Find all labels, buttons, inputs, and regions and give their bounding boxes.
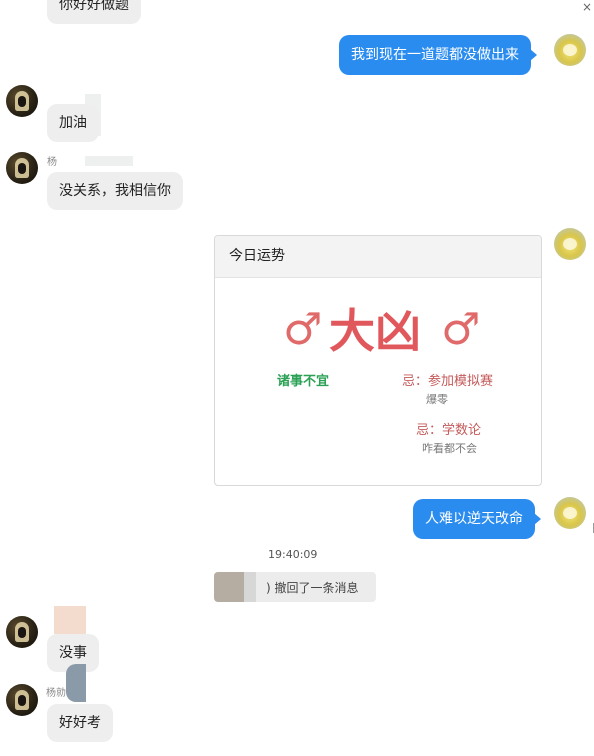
recall-divider — [244, 572, 256, 602]
message-bubble-incoming[interactable]: 好好考 — [47, 704, 113, 742]
avatar[interactable] — [554, 228, 586, 260]
fortune-bad-detail: 爆零 — [426, 393, 448, 406]
fortune-verdict: 大凶 — [329, 304, 421, 358]
timestamp: 19:40:09 — [268, 548, 318, 561]
image-fragment — [66, 664, 86, 702]
sender-name: 杨勍 — [46, 688, 66, 699]
message-bubble-outgoing[interactable]: 我到现在一道题都没做出来 — [339, 35, 537, 75]
avatar[interactable] — [6, 152, 38, 184]
recall-text: ) 撤回了一条消息 — [266, 581, 359, 595]
avatar[interactable] — [6, 616, 38, 648]
message-bubble-outgoing[interactable]: 人难以逆天改命 — [413, 499, 541, 539]
image-fragment — [54, 606, 86, 634]
avatar-thumbnail — [214, 572, 244, 602]
fortune-good: 诸事不宜 — [277, 374, 330, 389]
message-bubble-incoming[interactable]: 你好好做题 — [47, 0, 141, 24]
close-icon[interactable]: × — [582, 0, 592, 14]
fortune-card-title: 今日运势 — [215, 236, 541, 278]
sender-name: 杨 — [47, 157, 57, 168]
scroll-handle-icon[interactable] — [587, 523, 594, 533]
fortune-bad-item: 忌：学数论 — [416, 423, 482, 438]
message-bubble-incoming[interactable]: 没关系，我相信你 — [47, 172, 183, 210]
avatar[interactable] — [6, 684, 38, 716]
avatar[interactable] — [6, 85, 38, 117]
fortune-bad-detail: 咋看都不会 — [422, 442, 477, 455]
fortune-card[interactable]: 今日运势 ♂ 大凶 ♂ 诸事不宜 忌：参加模拟赛 爆零 忌：学数论 咋看都不会 — [214, 235, 542, 486]
male-symbol-icon: ♂ — [283, 304, 323, 355]
male-symbol-icon: ♂ — [441, 304, 481, 355]
recall-notice: ) 撤回了一条消息 — [214, 572, 376, 602]
fortune-bad-item: 忌：参加模拟赛 — [402, 374, 494, 389]
message-bubble-incoming[interactable]: 加油 — [47, 104, 99, 142]
image-fragment — [85, 156, 133, 166]
avatar[interactable] — [554, 497, 586, 529]
avatar[interactable] — [554, 34, 586, 66]
